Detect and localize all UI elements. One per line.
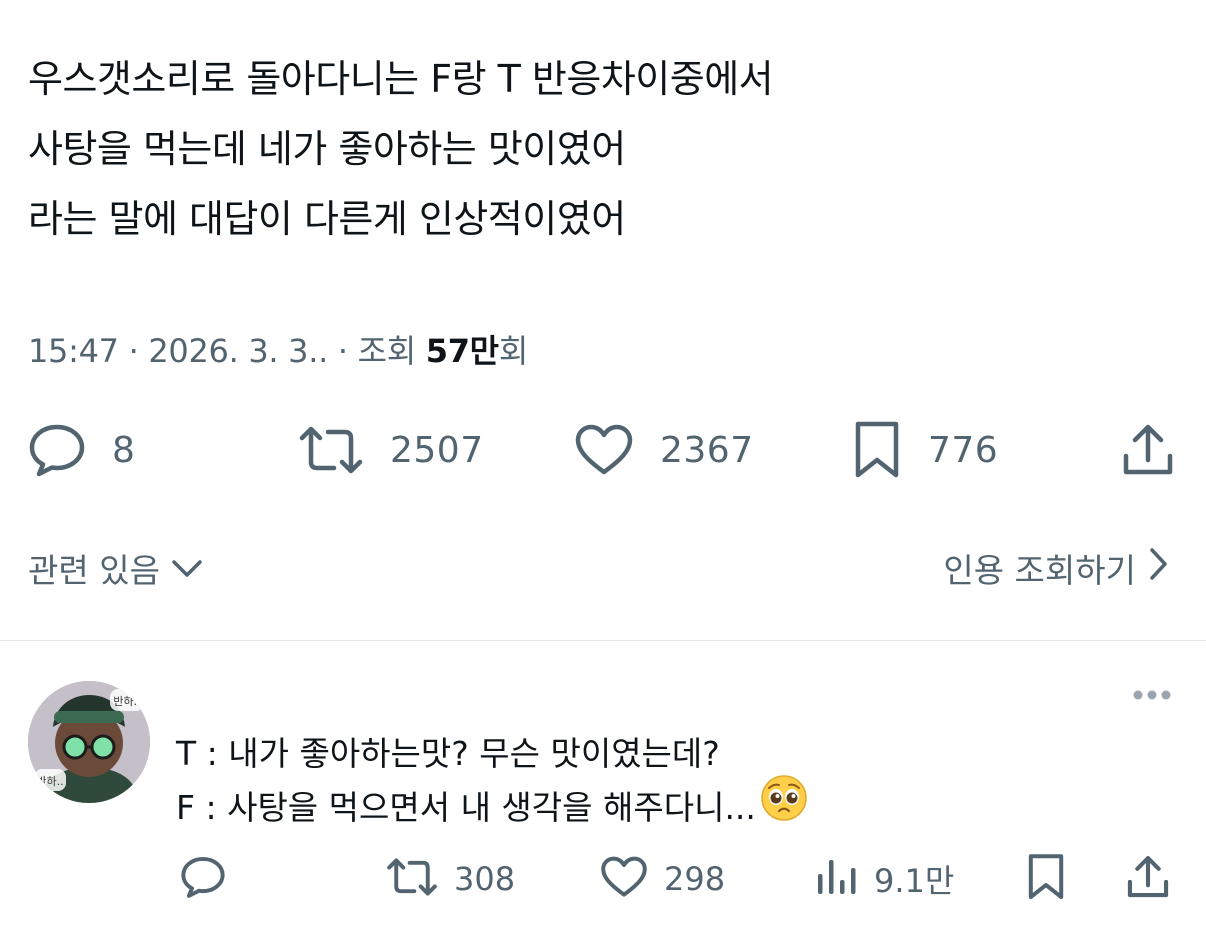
related-label: 관련 있음 xyxy=(28,551,160,590)
reply-retweet-button[interactable]: 308 xyxy=(386,851,515,907)
bookmark-icon xyxy=(852,420,902,480)
views-suffix: 회 xyxy=(498,332,528,370)
retweet-button[interactable]: 2507 xyxy=(298,418,484,482)
views-count: 57만 xyxy=(425,332,499,370)
reply-views-button[interactable]: 9.1만 xyxy=(814,851,954,907)
tweet-line-3: 라는 말에 대답이 다른게 인상적이였어 xyxy=(28,197,626,241)
reply-icon xyxy=(28,422,86,478)
more-icon xyxy=(1132,690,1172,711)
like-icon xyxy=(574,423,634,477)
related-row: 관련 있음 인용 조회하기 xyxy=(28,540,1170,596)
share-icon xyxy=(1122,422,1174,478)
reply-reply-button[interactable] xyxy=(180,851,226,907)
chevron-down-icon xyxy=(160,549,204,588)
tweet-time[interactable]: 15:47 xyxy=(28,332,119,370)
like-count: 2367 xyxy=(660,429,754,471)
views-icon xyxy=(814,856,858,902)
reply-line-2-wrapper: F : 사탕을 먹으면서 내 생각을 해주다니... xyxy=(176,774,808,838)
avatar[interactable]: 반하.. 반하.. xyxy=(28,681,150,803)
retweet-icon xyxy=(386,856,438,902)
reply-text: T : 내가 좋아하는맛? 무슨 맛이였는데? F : 사탕을 먹으면서 내 생… xyxy=(176,727,808,838)
tweet-date[interactable]: 2026. 3. 3. xyxy=(148,332,318,370)
share-button[interactable] xyxy=(1122,418,1174,482)
reply-line-2: F : 사탕을 먹으면서 내 생각을 해주다니... xyxy=(176,788,756,827)
tweet-actions: 8 2507 2367 776 xyxy=(0,418,1206,482)
reply-button[interactable]: 8 xyxy=(28,418,135,482)
tweet-meta: 15:47 · 2026. 3. 3.. · 조회 57만회 xyxy=(28,332,528,370)
meta-separator: · xyxy=(337,332,348,370)
share-icon xyxy=(1126,854,1170,904)
meta-separator: · xyxy=(128,332,139,370)
like-button[interactable]: 2367 xyxy=(574,418,754,482)
avatar-bubble-2: 반하.. xyxy=(36,774,63,788)
related-toggle[interactable]: 관련 있음 xyxy=(28,544,204,592)
bookmark-icon xyxy=(1026,853,1066,905)
retweet-icon xyxy=(298,424,364,476)
reply-retweet-count: 308 xyxy=(454,860,516,898)
reply-count: 8 xyxy=(112,429,136,471)
view-quotes-link[interactable]: 인용 조회하기 xyxy=(943,544,1170,592)
chevron-right-icon xyxy=(1136,546,1170,590)
reply-like-button[interactable]: 298 xyxy=(600,851,725,907)
quotes-label: 인용 조회하기 xyxy=(943,551,1136,590)
reply-share-button[interactable] xyxy=(1126,851,1170,907)
reply-tweet[interactable]: 반하.. 반하.. T : 내가 좋아하는맛? 무슨 맛이였는데? F : 사탕… xyxy=(0,641,1206,935)
like-icon xyxy=(600,855,648,903)
bookmark-count: 776 xyxy=(928,429,999,471)
pleading-face-emoji xyxy=(760,774,808,838)
reply-bookmark-button[interactable] xyxy=(1026,851,1066,907)
reply-actions: 308 298 9.1만 xyxy=(0,851,1206,907)
avatar-bubble-1: 반하.. xyxy=(113,694,140,708)
reply-icon xyxy=(180,855,226,903)
bookmark-button[interactable]: 776 xyxy=(852,418,998,482)
retweet-count: 2507 xyxy=(390,429,484,471)
tweet-text: 우스갯소리로 돌아다니는 F랑 T 반응차이중에서 사탕을 먹는데 네가 좋아하… xyxy=(28,44,774,254)
reply-line-1: T : 내가 좋아하는맛? 무슨 맛이였는데? xyxy=(176,734,720,773)
tweet-line-1: 우스갯소리로 돌아다니는 F랑 T 반응차이중에서 xyxy=(28,57,774,101)
views-label: 조회 xyxy=(357,332,417,370)
more-button[interactable] xyxy=(1132,683,1172,707)
tweet-line-2: 사탕을 먹는데 네가 좋아하는 맛이였어 xyxy=(28,127,626,171)
reply-view-count: 9.1만 xyxy=(874,862,955,900)
reply-like-count: 298 xyxy=(664,860,726,898)
